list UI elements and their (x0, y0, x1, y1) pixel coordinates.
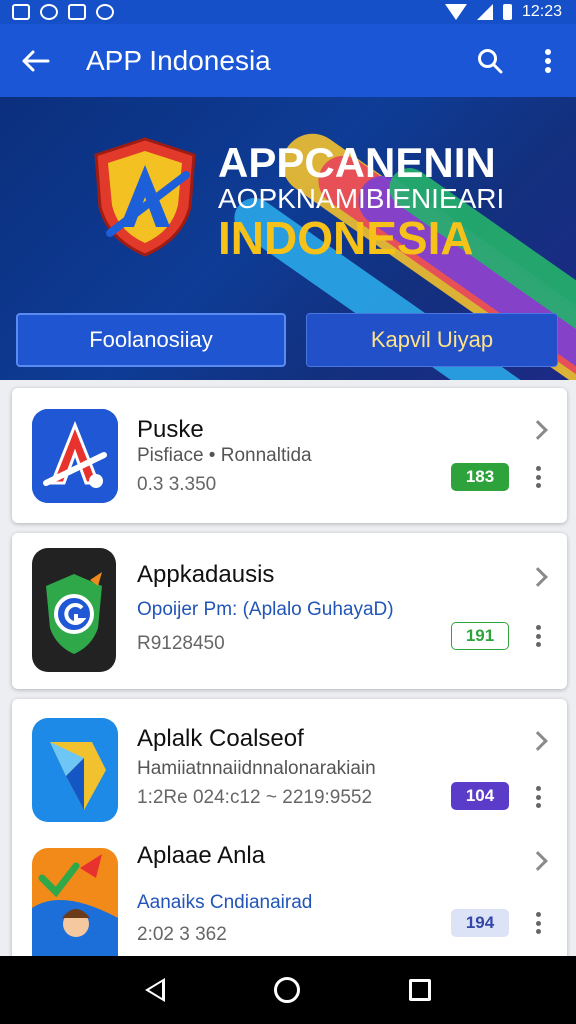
app-description: Hamiiatnnaiidnnalonarakiain (137, 758, 376, 779)
nav-home-icon[interactable] (273, 977, 300, 1003)
sim-icon (12, 4, 30, 20)
system-nav-bar (0, 956, 576, 1024)
app-meta: 0.3 3.350 (137, 474, 217, 495)
app-card: Appkadausis Opoijer Pm: (Aplalo GuhayaD)… (12, 533, 567, 689)
app-name: Puske (137, 416, 204, 443)
arrow-left-icon (22, 50, 50, 71)
page-title: APP Indonesia (86, 44, 271, 76)
rating-badge: 194 (451, 909, 509, 937)
search-button[interactable] (460, 24, 520, 97)
app-card: Aplalk Coalseof Hamiiatnnaiidnnalonaraki… (12, 699, 567, 961)
app-meta: 2:02 3 362 (137, 924, 227, 945)
app-icon-appkadausis (32, 548, 116, 672)
notification-icon (68, 4, 86, 20)
signal-icon (476, 4, 493, 20)
chevron-right-icon (528, 420, 548, 440)
back-button[interactable] (0, 24, 70, 97)
app-description: Opoijer Pm: (Aplalo GuhayaD) (137, 599, 394, 620)
app-name: Appkadausis (137, 561, 275, 588)
app-list-item[interactable]: Appkadausis Opoijer Pm: (Aplalo GuhayaD)… (12, 533, 567, 689)
game-icon (96, 4, 114, 20)
nav-back-icon[interactable] (144, 978, 165, 1002)
item-more-button[interactable] (535, 912, 541, 934)
app-description: Aanaiks Cndianairad (137, 892, 313, 913)
rating-badge: 104 (451, 782, 509, 810)
app-list-item[interactable]: Puske Pisfiace • Ronnaltida 0.3 3.350 18… (12, 388, 567, 528)
wifi-icon (444, 4, 467, 20)
hero-title-line3: INDONESIA (218, 212, 474, 264)
item-more-button[interactable] (535, 625, 541, 647)
chevron-right-icon (528, 567, 548, 587)
rating-badge: 191 (451, 622, 509, 650)
hero-button-left[interactable]: Foolanosiiay (16, 313, 286, 367)
battery-icon (502, 4, 512, 20)
search-icon (478, 48, 503, 73)
hero-button-right[interactable]: Kapvil Uiyap (306, 313, 558, 367)
app-description: Pisfiace • Ronnaltida (137, 445, 312, 466)
item-more-button[interactable] (535, 466, 541, 488)
app-list-item[interactable]: Aplaae Anla Aanaiks Cndianairad 2:02 3 3… (12, 834, 567, 961)
app-icon-aplalk (32, 718, 118, 822)
app-bar: APP Indonesia (0, 24, 576, 97)
rating-badge: 183 (451, 463, 509, 491)
chevron-right-icon (528, 851, 548, 871)
status-time: 12:23 (521, 3, 562, 20)
more-options-button[interactable] (520, 24, 576, 97)
hero-title-line1: APPCANENIN (218, 139, 496, 186)
chevron-right-icon (528, 731, 548, 751)
clock-icon (40, 4, 58, 20)
app-list-item[interactable]: Aplalk Coalseof Hamiiatnnaiidnnalonaraki… (12, 699, 567, 834)
hero-banner: APPCANENIN AOPKNAMIBIENIEARI INDONESIA F… (0, 97, 576, 380)
app-icon-puske (32, 409, 118, 503)
app-meta: 1:2Re 024:c12 ~ 2219:9552 (137, 787, 373, 808)
status-bar: 12:23 (0, 0, 576, 24)
app-meta: R9128450 (137, 633, 225, 654)
app-icon-aplaae (32, 848, 118, 961)
nav-recents-icon[interactable] (409, 979, 432, 1001)
app-card: Puske Pisfiace • Ronnaltida 0.3 3.350 18… (12, 388, 567, 523)
app-name: Aplalk Coalseof (137, 725, 304, 752)
more-vert-icon (545, 48, 551, 73)
app-name: Aplaae Anla (137, 842, 266, 869)
item-more-button[interactable] (535, 786, 541, 808)
shield-logo-icon (94, 137, 196, 257)
